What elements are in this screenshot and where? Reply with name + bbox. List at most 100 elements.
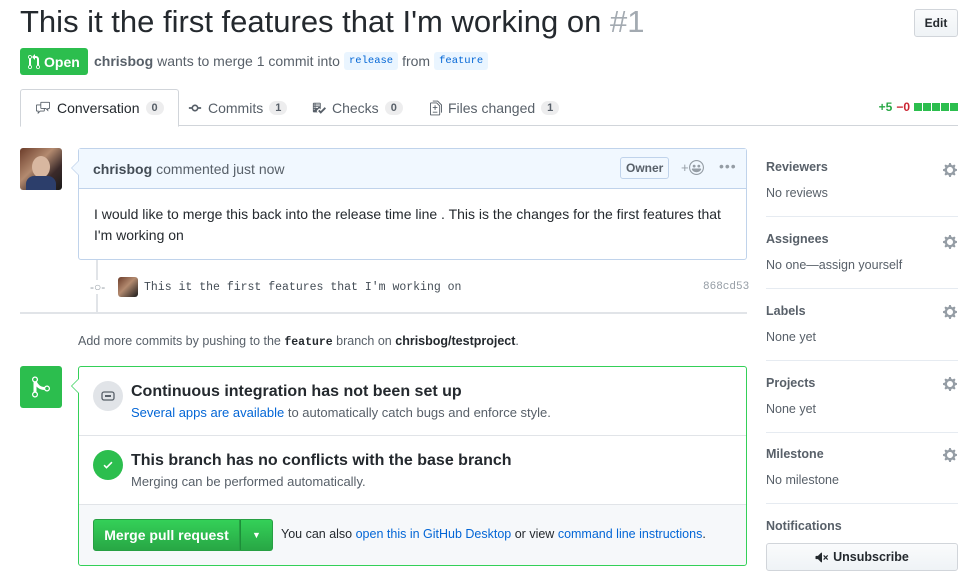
unsubscribe-label: Unsubscribe xyxy=(833,550,909,564)
tab-label: Conversation xyxy=(57,100,140,116)
sidebar-notifications: Notifications xyxy=(766,519,958,539)
git-merge-icon xyxy=(20,366,62,408)
sidebar-projects: Projects None yet xyxy=(766,376,958,433)
tab-label: Files changed xyxy=(448,99,536,116)
ci-rest-text: to automatically catch bugs and enforce … xyxy=(287,405,551,420)
gear-icon[interactable] xyxy=(942,162,958,178)
tab-label: Checks xyxy=(332,99,379,116)
diff-deletions: −0 xyxy=(896,100,910,114)
command-line-link[interactable]: command line instructions xyxy=(558,527,703,541)
file-diff-icon xyxy=(430,100,442,115)
sidebar-reviewers: Reviewers No reviews xyxy=(766,160,958,217)
gear-icon[interactable] xyxy=(942,234,958,250)
avatar-shirt xyxy=(26,176,56,190)
diff-block xyxy=(932,103,940,111)
diff-block xyxy=(941,103,949,111)
pr-title: This it the first features that I'm work… xyxy=(20,4,644,40)
sidebar-value: None yet xyxy=(766,330,817,344)
comment-author[interactable]: chrisbog xyxy=(93,161,152,177)
apps-available-link[interactable]: Several apps are available xyxy=(131,405,284,420)
sidebar-labels: Labels None yet xyxy=(766,304,958,361)
comment-timestamp[interactable]: commented just now xyxy=(156,161,284,177)
smiley-icon xyxy=(688,160,704,175)
status-badge: Open xyxy=(20,48,88,75)
sidebar-milestone: Milestone No milestone xyxy=(766,447,958,504)
commit-author-avatar[interactable] xyxy=(118,277,138,297)
hint-middle: branch on xyxy=(336,334,392,348)
ci-section: Continuous integration has not been set … xyxy=(79,367,746,436)
diff-block xyxy=(923,103,931,111)
footer-mid: or view xyxy=(514,527,555,541)
mute-icon xyxy=(815,552,829,562)
sidebar-title[interactable]: Milestone xyxy=(766,447,824,461)
pr-title-text: This it the first features that I'm work… xyxy=(20,4,602,39)
push-hint: Add more commits by pushing to the featu… xyxy=(78,334,519,349)
tab-files-changed[interactable]: Files changed 1 xyxy=(416,89,573,126)
tab-conversation[interactable]: Conversation 0 xyxy=(20,89,179,127)
head-branch[interactable]: feature xyxy=(434,52,489,70)
plus-icon: + xyxy=(681,160,689,175)
conflicts-title: This branch has no conflicts with the ba… xyxy=(131,452,512,469)
checklist-icon xyxy=(312,102,326,114)
tab-label: Commits xyxy=(208,99,264,116)
alternative-merge-text: You can also open this in GitHub Desktop… xyxy=(281,527,706,541)
sidebar-assignees: Assignees No one—assign yourself xyxy=(766,232,958,289)
footer-prefix: You can also xyxy=(281,527,353,541)
avatar-face xyxy=(32,156,50,178)
hint-branch: feature xyxy=(284,336,333,349)
pr-tabs: Conversation 0 Commits 1 Checks 0 Files … xyxy=(20,89,958,127)
more-actions-icon[interactable]: ••• xyxy=(719,158,737,174)
edit-title-button[interactable]: Edit xyxy=(914,9,958,37)
tab-commits[interactable]: Commits 1 xyxy=(174,89,301,126)
pr-meta: chrisbog wants to merge 1 commit into re… xyxy=(94,52,489,70)
triangle-down-icon: ▼ xyxy=(252,530,261,540)
gear-icon[interactable] xyxy=(942,304,958,320)
sidebar-value: None yet xyxy=(766,402,817,416)
commit-message-link[interactable]: This it the first features that I'm work… xyxy=(144,281,461,294)
git-commit-icon: -○- xyxy=(90,280,106,294)
pr-author-link[interactable]: chrisbog xyxy=(94,53,153,69)
timeline-divider xyxy=(20,312,747,314)
ci-title: Continuous integration has not been set … xyxy=(131,383,462,400)
conflicts-section: This branch has no conflicts with the ba… xyxy=(79,436,746,505)
sidebar-title[interactable]: Labels xyxy=(766,304,806,318)
git-pull-request-icon xyxy=(28,53,40,69)
hint-repo: chrisbog/testproject xyxy=(395,334,516,348)
merge-footer: Merge pull request ▼ You can also open t… xyxy=(79,505,746,565)
merge-text: wants to merge 1 commit into xyxy=(157,53,340,69)
sidebar-title[interactable]: Projects xyxy=(766,376,815,390)
sidebar-title[interactable]: Assignees xyxy=(766,232,829,246)
tab-counter: 1 xyxy=(269,100,288,115)
footer-suffix: . xyxy=(702,527,706,541)
sidebar-title: Notifications xyxy=(766,519,842,533)
comment-discussion-icon xyxy=(36,101,50,115)
owner-badge: Owner xyxy=(620,157,670,179)
diffstat[interactable]: +5 −0 xyxy=(879,100,958,114)
gear-icon[interactable] xyxy=(942,447,958,463)
merge-pull-request-button[interactable]: Merge pull request xyxy=(93,519,240,551)
commit-sha-link[interactable]: 868cd53 xyxy=(703,281,749,293)
sidebar-value: No reviews xyxy=(766,186,828,200)
diffstat-blocks xyxy=(914,103,958,111)
check-icon xyxy=(93,450,123,480)
diff-block xyxy=(914,103,922,111)
gear-icon[interactable] xyxy=(942,376,958,392)
tab-counter: 1 xyxy=(541,100,560,115)
sidebar-value: No milestone xyxy=(766,473,839,487)
status-label: Open xyxy=(44,53,80,70)
diff-block xyxy=(950,103,958,111)
unsubscribe-button[interactable]: Unsubscribe xyxy=(766,543,958,571)
tab-checks[interactable]: Checks 0 xyxy=(298,89,417,126)
diff-additions: +5 xyxy=(878,100,893,114)
assign-yourself-link[interactable]: No one—assign yourself xyxy=(766,258,902,272)
add-reaction-button[interactable]: + xyxy=(681,160,704,175)
hint-suffix: . xyxy=(515,334,519,348)
merge-box: Continuous integration has not been set … xyxy=(71,366,747,566)
comment-author-avatar[interactable] xyxy=(20,148,62,190)
merge-method-dropdown[interactable]: ▼ xyxy=(240,519,273,551)
pr-number: #1 xyxy=(610,4,645,39)
from-text: from xyxy=(402,53,431,69)
base-branch[interactable]: release xyxy=(343,52,399,70)
sidebar-title[interactable]: Reviewers xyxy=(766,160,828,174)
github-desktop-link[interactable]: open this in GitHub Desktop xyxy=(356,527,512,541)
